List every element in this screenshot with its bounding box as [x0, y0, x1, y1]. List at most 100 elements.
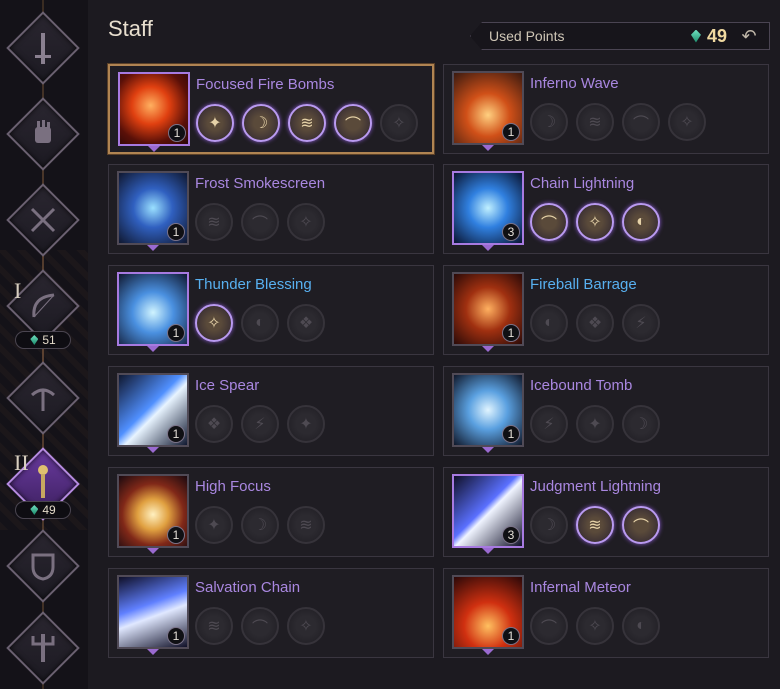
- tripod-icon[interactable]: ☽: [242, 104, 280, 142]
- skill-card[interactable]: 1 Inferno Wave ☽ ≋ ⌒ ✧: [443, 64, 769, 154]
- skill-card[interactable]: 1 Salvation Chain ≋ ⌒ ✧: [108, 568, 434, 658]
- card-pointer-icon: [482, 447, 494, 453]
- skill-card[interactable]: 3 Judgment Lightning ☽ ≋ ⌒: [443, 467, 769, 557]
- skill-card[interactable]: 1 Icebound Tomb ⚡ ✦ ☽: [443, 366, 769, 456]
- skill-level-badge: 3: [502, 526, 520, 544]
- card-pointer-icon: [482, 649, 494, 655]
- weapon-slot-shield[interactable]: [6, 529, 80, 603]
- ice-tomb-icon[interactable]: 1: [452, 373, 524, 447]
- meteor-icon[interactable]: 1: [452, 575, 524, 649]
- tripod-icon[interactable]: ❖: [576, 304, 614, 342]
- tripod-row: ≋ ⌒ ✧: [195, 607, 325, 645]
- tripod-row: ☽ ≋ ⌒ ✧: [530, 103, 706, 141]
- judgment-bolt-icon[interactable]: 3: [452, 474, 524, 548]
- skill-level-badge: 1: [167, 223, 185, 241]
- tripod-icon[interactable]: ≋: [195, 203, 233, 241]
- tripod-icon[interactable]: ❖: [195, 405, 233, 443]
- tripod-icon[interactable]: ✦: [196, 104, 234, 142]
- skill-card[interactable]: 1 Fireball Barrage ◐ ❖ ⚡: [443, 265, 769, 355]
- reset-icon[interactable]: ↶: [737, 26, 761, 46]
- skill-name: High Focus: [195, 478, 271, 495]
- tripod-icon[interactable]: ✧: [576, 203, 614, 241]
- inferno-icon[interactable]: 1: [452, 71, 524, 145]
- tripod-icon[interactable]: ⌒: [622, 506, 660, 544]
- skill-level-badge: 1: [167, 324, 185, 342]
- page-title: Staff: [108, 16, 153, 41]
- used-points-value: 49: [706, 25, 727, 46]
- tripod-icon[interactable]: ⌒: [530, 203, 568, 241]
- lightning-icon[interactable]: 3: [452, 171, 524, 245]
- thunder-crystal-icon[interactable]: 1: [117, 272, 189, 346]
- tripod-icon[interactable]: ✧: [380, 104, 418, 142]
- tripod-icon[interactable]: ✦: [576, 405, 614, 443]
- tripod-icon[interactable]: ≋: [195, 607, 233, 645]
- card-pointer-icon: [482, 346, 494, 352]
- tripod-icon[interactable]: ☽: [530, 103, 568, 141]
- tripod-icon[interactable]: ✧: [287, 607, 325, 645]
- frost-swirl-icon[interactable]: 1: [117, 171, 189, 245]
- gem-icon: [30, 335, 39, 345]
- tripod-icon[interactable]: ⌒: [334, 104, 372, 142]
- tripod-icon[interactable]: ✧: [195, 304, 233, 342]
- tripod-icon[interactable]: ◐: [622, 607, 660, 645]
- used-points-bar: Used Points 49 ↶: [470, 22, 770, 50]
- tripod-icon[interactable]: ⚡: [622, 304, 660, 342]
- tripod-icon[interactable]: ☽: [622, 405, 660, 443]
- tripod-icon[interactable]: ✦: [287, 405, 325, 443]
- tripod-icon[interactable]: ≋: [576, 103, 614, 141]
- tripod-icon[interactable]: ≋: [287, 506, 325, 544]
- tripod-icon[interactable]: ✧: [287, 203, 325, 241]
- skill-name: Salvation Chain: [195, 579, 301, 596]
- skill-card[interactable]: 1 Frost Smokescreen ≋ ⌒ ✧: [108, 164, 434, 254]
- skill-name: Thunder Blessing: [195, 276, 312, 293]
- weapon-slot-trident[interactable]: [6, 611, 80, 685]
- skill-level-badge: 3: [502, 223, 520, 241]
- skill-level-badge: 1: [168, 124, 186, 142]
- tripod-row: ⌒ ✧ ◐: [530, 203, 660, 241]
- ice-spear-icon[interactable]: 1: [117, 373, 189, 447]
- tripod-icon[interactable]: ⌒: [622, 103, 660, 141]
- weapon-slot-greatsword[interactable]: [6, 11, 80, 85]
- tripod-icon[interactable]: ≋: [288, 104, 326, 142]
- fire-golem-icon[interactable]: 1: [452, 272, 524, 346]
- tier-1-points-value: 51: [42, 333, 56, 347]
- tripod-icon[interactable]: ◐: [241, 304, 279, 342]
- tripod-icon[interactable]: ≋: [576, 506, 614, 544]
- tripod-icon[interactable]: ⚡: [241, 405, 279, 443]
- tripod-icon[interactable]: ⌒: [530, 607, 568, 645]
- skill-name: Infernal Meteor: [530, 579, 631, 596]
- weapon-slot-gauntlet[interactable]: [6, 97, 80, 171]
- skill-card[interactable]: 1 Ice Spear ❖ ⚡ ✦: [108, 366, 434, 456]
- tripod-row: ✦ ☽ ≋ ⌒ ✧: [196, 104, 418, 142]
- tripod-icon[interactable]: ☽: [241, 506, 279, 544]
- tier-2-points: 49: [15, 501, 71, 519]
- used-points-label: Used Points: [489, 28, 565, 44]
- skill-card[interactable]: 3 Chain Lightning ⌒ ✧ ◐: [443, 164, 769, 254]
- tripod-icon[interactable]: ☽: [530, 506, 568, 544]
- skill-card[interactable]: 1 Infernal Meteor ⌒ ✧ ◐: [443, 568, 769, 658]
- tripod-icon[interactable]: ✧: [668, 103, 706, 141]
- tripod-icon[interactable]: ◐: [530, 304, 568, 342]
- fire-orb-icon[interactable]: 1: [118, 72, 190, 146]
- skill-card[interactable]: 1 Focused Fire Bombs ✦ ☽ ≋ ⌒ ✧: [108, 64, 434, 154]
- skill-card[interactable]: 1 High Focus ✦ ☽ ≋: [108, 467, 434, 557]
- skill-card[interactable]: 1 Thunder Blessing ✧ ◐ ❖: [108, 265, 434, 355]
- weapon-slot-dual-blades[interactable]: [6, 183, 80, 257]
- tripod-icon[interactable]: ⌒: [241, 607, 279, 645]
- card-pointer-icon: [147, 346, 159, 352]
- skill-name: Chain Lightning: [530, 175, 635, 192]
- tripod-icon[interactable]: ◐: [622, 203, 660, 241]
- tripod-icon[interactable]: ✧: [576, 607, 614, 645]
- focus-burst-icon[interactable]: 1: [117, 474, 189, 548]
- tripod-row: ❖ ⚡ ✦: [195, 405, 325, 443]
- tripod-icon[interactable]: ⚡: [530, 405, 568, 443]
- card-pointer-icon: [147, 245, 159, 251]
- chain-icon[interactable]: 1: [117, 575, 189, 649]
- skill-name: Frost Smokescreen: [195, 175, 326, 192]
- skill-name: Inferno Wave: [530, 75, 619, 92]
- tripod-icon[interactable]: ⌒: [241, 203, 279, 241]
- skill-level-badge: 1: [167, 526, 185, 544]
- tripod-row: ⚡ ✦ ☽: [530, 405, 660, 443]
- tripod-icon[interactable]: ✦: [195, 506, 233, 544]
- tripod-icon[interactable]: ❖: [287, 304, 325, 342]
